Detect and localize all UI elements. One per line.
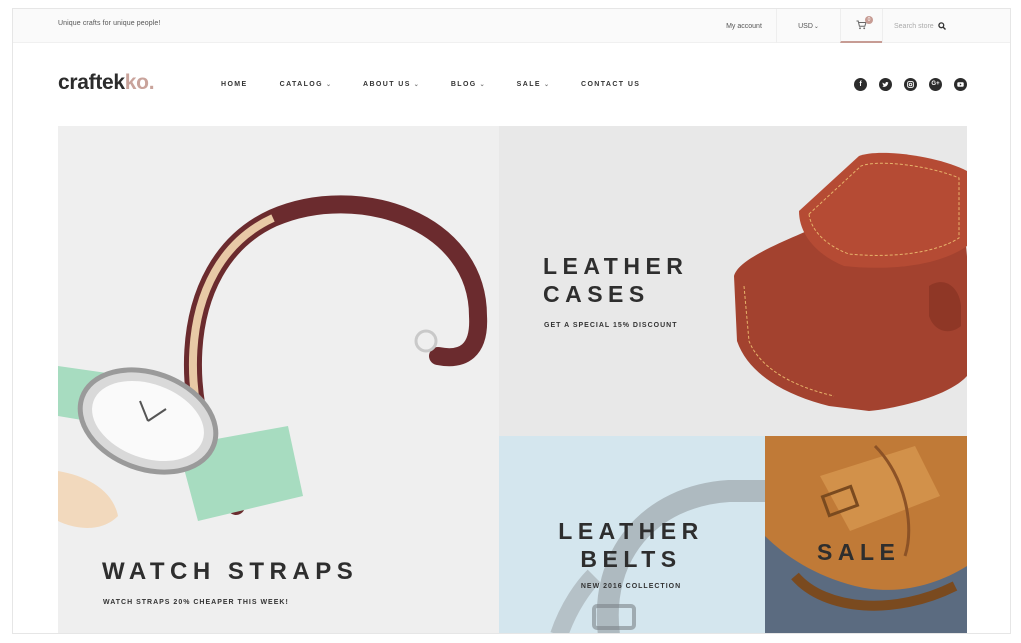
- tagline: Unique crafts for unique people!: [58, 20, 161, 27]
- nav-about-us[interactable]: ABOUT US ⌄: [363, 81, 419, 88]
- chevron-down-icon: ⌄: [413, 82, 419, 88]
- my-account-link[interactable]: My account: [712, 9, 776, 43]
- nav-contact-us[interactable]: CONTACT US: [581, 81, 640, 88]
- my-account-label: My account: [726, 22, 762, 30]
- leather-cases-title-line2: CASES: [543, 280, 650, 307]
- leather-belts-banner[interactable]: LEATHER BELTS NEW 2016 COLLECTION: [499, 436, 765, 633]
- sale-banner[interactable]: SALE: [765, 436, 967, 633]
- top-bar-actions: My account USD ⌄ 0 Search store: [712, 9, 966, 43]
- watch-straps-subtitle: WATCH STRAPS 20% CHEAPER THIS WEEK!: [103, 599, 289, 606]
- watch-straps-banner[interactable]: WATCH STRAPS WATCH STRAPS 20% CHEAPER TH…: [58, 126, 499, 633]
- nav-catalog-label: CATALOG: [279, 81, 323, 88]
- instagram-icon[interactable]: [904, 78, 917, 91]
- chevron-down-icon: ⌄: [325, 82, 332, 88]
- leather-cases-subtitle: GET A SPECIAL 15% DISCOUNT: [544, 322, 678, 329]
- leather-cases-banner[interactable]: LEATHER CASES GET A SPECIAL 15% DISCOUNT: [499, 126, 967, 436]
- watch-straps-title: WATCH STRAPS: [102, 558, 359, 585]
- nav-about-us-label: ABOUT US: [363, 81, 411, 88]
- twitter-icon[interactable]: [879, 78, 892, 91]
- social-links: f G+: [854, 78, 967, 91]
- main-nav: HOME CATALOG ⌄ ABOUT US ⌄ BLOG ⌄ SALE ⌄ CONT…: [221, 81, 672, 88]
- cart-count-badge: 0: [865, 16, 873, 24]
- currency-label: USD: [798, 22, 813, 30]
- search-input[interactable]: Search store: [894, 23, 934, 30]
- leather-belts-subtitle: NEW 2016 COLLECTION: [580, 583, 682, 590]
- leather-belts-title-line2: BELTS: [580, 545, 682, 572]
- currency-selector[interactable]: USD ⌄: [776, 9, 840, 43]
- leather-cases-title-line1: LEATHER: [543, 253, 689, 279]
- leather-bag-image: [765, 436, 967, 633]
- top-bar: Unique crafts for unique people! My acco…: [13, 9, 1010, 43]
- google-plus-icon[interactable]: G+: [929, 78, 942, 91]
- cart-button[interactable]: 0: [840, 9, 882, 43]
- leather-cases-title: LEATHER CASES: [543, 253, 688, 308]
- youtube-icon[interactable]: [954, 78, 967, 91]
- nav-home[interactable]: HOME: [221, 81, 248, 88]
- nav-catalog[interactable]: CATALOG ⌄: [280, 81, 331, 88]
- nav-blog-label: BLOG: [450, 81, 477, 88]
- facebook-icon[interactable]: f: [854, 78, 867, 91]
- page-frame: Unique crafts for unique people! My acco…: [12, 8, 1011, 634]
- leather-belts-title-line1: LEATHER: [558, 518, 704, 544]
- chevron-down-icon: ⌄: [479, 82, 485, 88]
- nav-sale-label: SALE: [516, 81, 541, 88]
- nav-sale[interactable]: SALE ⌄: [517, 81, 549, 88]
- logo-main: craftek: [58, 71, 125, 94]
- sale-title: SALE: [817, 539, 901, 565]
- chevron-down-icon: ⌄: [813, 23, 819, 30]
- search-icon[interactable]: [937, 22, 946, 30]
- search-box[interactable]: Search store: [882, 9, 966, 43]
- leather-belts-title: LEATHER BELTS: [543, 518, 719, 573]
- nav-home-label: HOME: [221, 81, 248, 88]
- logo-accent: ko.: [124, 71, 155, 94]
- chevron-down-icon: ⌄: [543, 82, 549, 88]
- site-logo[interactable]: craftekko.: [58, 71, 155, 95]
- nav-blog[interactable]: BLOG ⌄: [451, 81, 485, 88]
- nav-contact-us-label: CONTACT US: [580, 81, 641, 88]
